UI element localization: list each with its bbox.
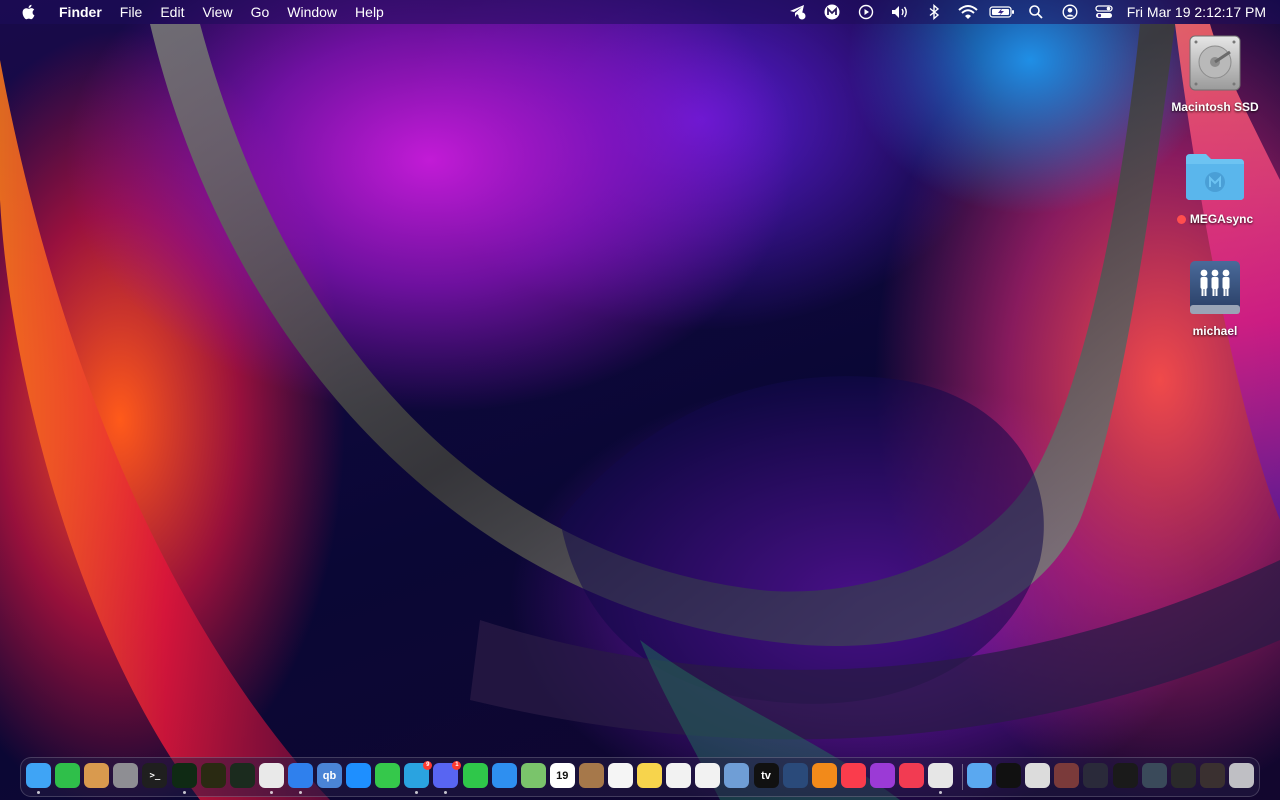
maps-icon[interactable] [520,763,546,788]
running-indicator [939,791,943,794]
music-icon[interactable] [840,763,866,788]
desktop-icon-michael[interactable]: michael [1160,256,1270,338]
console-icon[interactable] [200,763,226,788]
desktop-icon-label: michael [1192,324,1238,338]
preview-icon[interactable] [724,763,750,788]
dock-icon-glyph: tv [761,769,771,782]
activity-monitor-icon[interactable] [229,763,255,788]
contacts-icon[interactable] [578,763,604,788]
mail-icon[interactable] [491,763,517,788]
notification-badge: 9 [423,761,433,770]
evernote-icon[interactable] [55,763,81,788]
menu-go[interactable]: Go [242,0,279,24]
chrome-icon[interactable] [258,763,284,788]
terminal-icon[interactable]: >_ [142,763,168,788]
play-icon[interactable] [849,0,883,24]
vlc-icon[interactable] [811,763,837,788]
menu-file[interactable]: File [111,0,152,24]
desktop-wallpaper [0,0,1280,800]
wifi-icon[interactable] [951,0,985,24]
menu-bar: Finder File Edit View Go Window Help Fri… [0,0,1280,24]
bluetooth-icon[interactable] [917,0,951,24]
window-thumbnail-icon[interactable] [1170,763,1196,788]
podcasts-icon[interactable] [869,763,895,788]
document-icon[interactable] [996,763,1022,788]
dock-icon-glyph: 19 [556,769,569,782]
terminal-icon[interactable] [171,763,197,788]
running-indicator [269,791,273,794]
window-thumbnail-icon[interactable] [1112,763,1138,788]
discord-icon[interactable]: 1 [433,761,462,788]
apple-menu-icon[interactable] [18,0,38,24]
mega-status-icon[interactable] [815,0,849,24]
running-indicator [37,791,40,794]
archive-icon[interactable] [84,763,110,788]
telegram-icon[interactable]: 9 [404,761,433,788]
qbittorrent-icon[interactable]: qb [317,763,342,788]
menu-view[interactable]: View [193,0,241,24]
notes-icon[interactable] [637,763,663,788]
running-indicator [182,791,186,794]
desktop-icon-label: Macintosh SSD [1171,100,1259,114]
script-editor-icon[interactable] [928,763,954,788]
control-center-icon[interactable] [1087,0,1121,24]
app-store-icon[interactable] [346,763,372,788]
running-indicator [415,791,419,794]
menu-bar-clock[interactable]: Fri Mar 19 2:12:17 PM [1121,0,1270,24]
photos-icon[interactable] [695,763,721,788]
news-icon[interactable] [899,763,924,788]
menu-edit[interactable]: Edit [151,0,193,24]
window-thumbnail-icon[interactable] [1083,763,1109,788]
finder-icon[interactable] [26,763,51,788]
desktop-icon-label: MEGAsync [1189,212,1254,226]
window-thumbnail-icon[interactable] [1025,763,1051,788]
notification-badge: 1 [452,761,462,770]
desktop-icon-macintosh-ssd[interactable]: Macintosh SSD [1160,32,1270,114]
mega-folder-icon [1183,144,1247,208]
window-thumbnail-icon[interactable] [1054,763,1080,788]
red-tag-dot [1176,214,1186,224]
menu-window[interactable]: Window [278,0,346,24]
textedit-icon[interactable] [666,763,692,788]
dock: >_ qb 9 1 19 tv [20,757,1260,797]
applications-folder-icon[interactable] [967,763,992,788]
network-share-icon [1183,256,1247,320]
system-preferences-icon[interactable] [113,763,139,788]
facetime-icon[interactable] [462,763,488,788]
user-icon[interactable] [1053,0,1087,24]
calendar-icon[interactable]: 19 [549,763,575,788]
window-thumbnail-icon[interactable] [1141,763,1167,788]
telegram-status-icon[interactable] [781,0,815,24]
dock-separator [962,764,963,790]
apple-tv-icon[interactable]: tv [753,763,779,788]
dock-icon-glyph: >_ [149,770,161,781]
menu-help[interactable]: Help [346,0,393,24]
app-menu-finder[interactable]: Finder [50,0,111,24]
messages-icon[interactable] [375,763,401,788]
quicktime-icon[interactable] [782,763,808,788]
volume-icon[interactable] [883,0,917,24]
running-indicator [298,791,302,794]
trash-icon[interactable] [1228,763,1254,788]
dock-icon-glyph: qb [322,769,337,782]
desktop-icon-megasync[interactable]: MEGAsync [1160,144,1270,226]
battery-icon[interactable] [985,0,1019,24]
reminders-icon[interactable] [608,763,633,788]
wallpaper-swirls [0,24,1280,800]
running-indicator [444,791,448,794]
hard-drive-icon [1183,32,1247,96]
spotlight-search-icon[interactable] [1019,0,1053,24]
safari-icon[interactable] [287,763,313,788]
window-thumbnail-icon[interactable] [1199,763,1225,788]
